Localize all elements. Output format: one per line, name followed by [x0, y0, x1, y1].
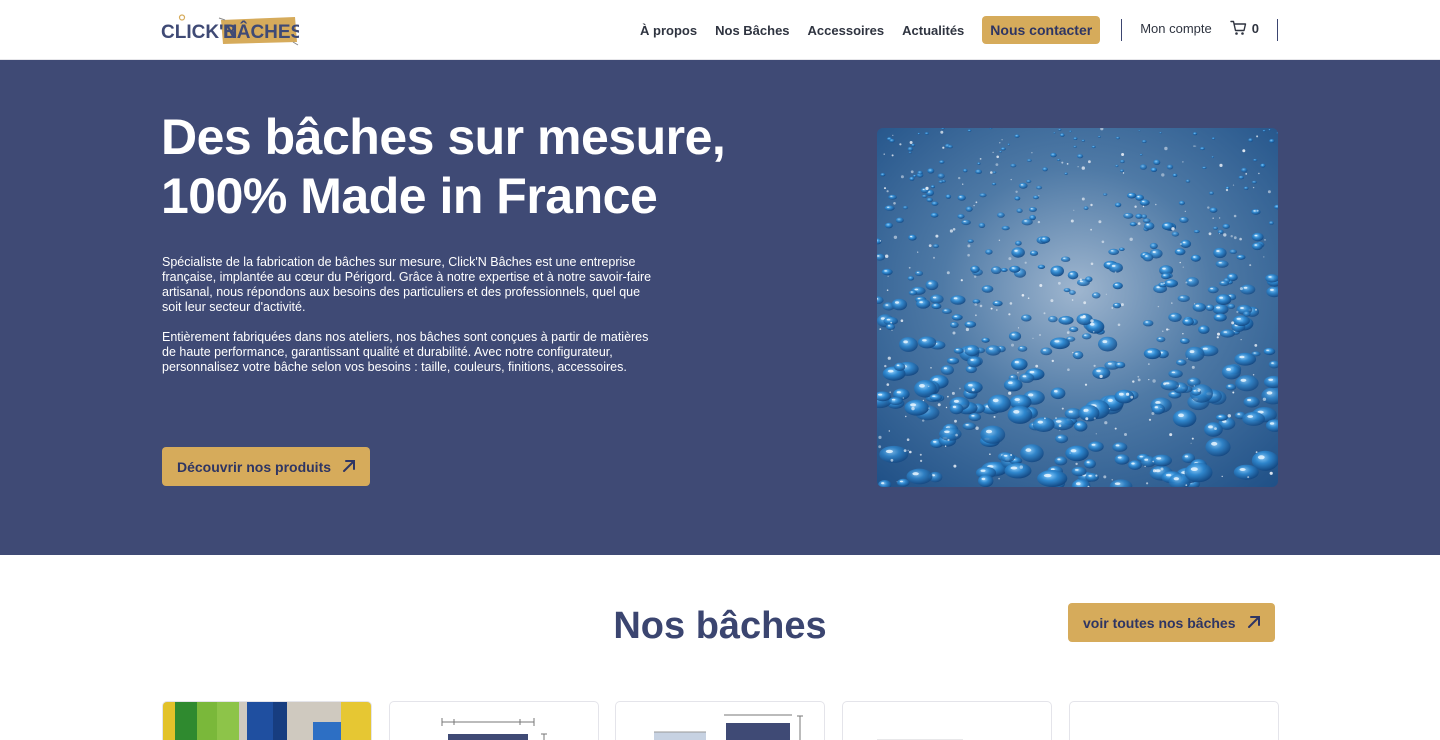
- view-all-tarps-button[interactable]: voir toutes nos bâches: [1068, 603, 1275, 642]
- nav-link-tarps[interactable]: Nos Bâches: [715, 23, 789, 38]
- hero-section: Des bâches sur mesure, 100% Made in Fran…: [0, 60, 1440, 555]
- discover-products-button[interactable]: Découvrir nos produits: [162, 447, 370, 486]
- nav-link-accessories[interactable]: Accessoires: [808, 23, 885, 38]
- contact-button[interactable]: Nous contacter: [982, 16, 1101, 44]
- product-image-placeholder: [1070, 702, 1279, 740]
- logo-graphic: CLICK'N BÂCHES: [161, 14, 303, 46]
- nav-link-news[interactable]: Actualités: [902, 23, 964, 38]
- cart-count: 0: [1251, 20, 1259, 36]
- hero-paragraph-1: Spécialiste de la fabrication de bâches …: [162, 255, 652, 314]
- site-logo[interactable]: CLICK'N BÂCHES: [161, 14, 303, 46]
- product-card[interactable]: [842, 701, 1052, 740]
- cart-link[interactable]: 0: [1230, 20, 1259, 36]
- arrow-up-right-icon: [343, 460, 355, 472]
- view-all-tarps-label: voir toutes nos bâches: [1083, 614, 1236, 631]
- logo-text-2: BÂCHES: [223, 21, 299, 43]
- hero-image-water-droplets: [877, 128, 1278, 487]
- product-image-tarp-diagram: [441, 718, 547, 740]
- hero-paragraph-2: Entièrement fabriquées dans nos ateliers…: [162, 330, 649, 374]
- hero-title: Des bâches sur mesure, 100% Made in Fran…: [161, 108, 801, 226]
- product-card[interactable]: [389, 701, 599, 740]
- product-card[interactable]: [615, 701, 825, 740]
- main-nav: À propos Nos Bâches Accessoires Actualit…: [640, 15, 1278, 45]
- account-link[interactable]: Mon compte: [1140, 21, 1212, 36]
- product-cards: [162, 701, 1279, 740]
- product-card[interactable]: [1069, 701, 1279, 740]
- product-image-colored-tarps: [163, 702, 371, 740]
- product-image-tarp-diagram: [654, 714, 803, 740]
- nav-divider-end: [1277, 19, 1278, 41]
- nav-link-about[interactable]: À propos: [640, 23, 697, 38]
- arrow-up-right-icon: [1248, 616, 1260, 628]
- water-droplets-image: [877, 128, 1278, 487]
- hero-title-line-2: 100% Made in France: [161, 168, 658, 224]
- cart-icon: [1230, 20, 1246, 35]
- product-card[interactable]: [162, 701, 372, 740]
- hero-title-line-1: Des bâches sur mesure,: [161, 109, 726, 165]
- discover-products-label: Découvrir nos produits: [177, 458, 332, 475]
- product-image-tarp-diagram: [877, 739, 963, 740]
- site-header: CLICK'N BÂCHES À propos Nos Bâches Acces…: [0, 0, 1440, 60]
- nav-divider: [1121, 19, 1123, 41]
